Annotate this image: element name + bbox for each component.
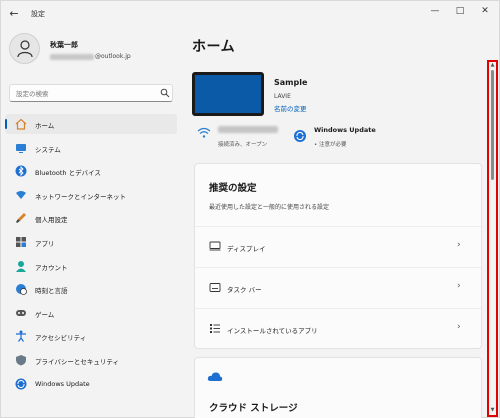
- recommended-row-taskbar[interactable]: タスク バー ›: [195, 267, 481, 308]
- shield-icon: [16, 354, 26, 366]
- wifi-icon: [197, 127, 211, 138]
- home-icon: [15, 118, 27, 130]
- search-input[interactable]: [16, 88, 156, 99]
- recommended-settings-card: 推奨の設定 最近使用した設定と一般的に使用される設定 ディスプレイ › タスク …: [194, 163, 482, 349]
- update-icon: [294, 130, 306, 142]
- sidebar-item-label: アプリ: [35, 239, 55, 248]
- sidebar-item-label: Windows Update: [35, 379, 90, 388]
- sidebar-nav: ホーム システム Bluetooth とデバイス ネットワークとインターネット …: [5, 114, 177, 397]
- display-icon: [209, 241, 221, 251]
- network-icon: [16, 190, 26, 199]
- sidebar-item-home[interactable]: ホーム: [5, 114, 177, 134]
- windows-update-title[interactable]: Windows Update: [314, 126, 376, 134]
- app-title: 設定: [31, 10, 45, 18]
- sidebar-item-time-language[interactable]: 時刻と言語: [5, 279, 177, 299]
- page-title: ホーム: [192, 39, 236, 55]
- chevron-right-icon: ›: [457, 322, 461, 332]
- bluetooth-icon: [15, 165, 27, 177]
- sidebar-item-accounts[interactable]: アカウント: [5, 256, 177, 276]
- device-model: LAVIE: [274, 93, 291, 100]
- sidebar-item-label: 時刻と言語: [35, 287, 68, 296]
- device-image: [192, 72, 264, 116]
- device-name: Sample: [274, 78, 308, 87]
- sidebar-item-label: ホーム: [35, 122, 55, 130]
- settings-window: ← 設定 — □ ✕ 秋葉一郎 @outlook.jp ホーム システム: [0, 0, 500, 418]
- active-indicator: [5, 119, 7, 129]
- sidebar-item-privacy[interactable]: プライバシーとセキュリティ: [5, 350, 177, 370]
- search-box[interactable]: [9, 84, 173, 102]
- sidebar-item-personalization[interactable]: 個人用設定: [5, 208, 177, 228]
- minimize-button[interactable]: —: [425, 4, 445, 18]
- apps-icon: [16, 236, 26, 247]
- maximize-button[interactable]: □: [450, 4, 470, 18]
- brush-icon: [16, 213, 26, 224]
- sidebar-item-label: Bluetooth とデバイス: [35, 169, 101, 178]
- user-avatar-icon[interactable]: [9, 33, 40, 64]
- wifi-network-name[interactable]: [218, 126, 278, 133]
- close-button[interactable]: ✕: [475, 4, 495, 18]
- recommended-title: 推奨の設定: [209, 183, 257, 194]
- sidebar-item-label: ゲーム: [35, 310, 55, 319]
- installed-apps-icon: [210, 324, 220, 333]
- sidebar-item-windows-update[interactable]: Windows Update: [5, 374, 177, 394]
- chevron-right-icon: ›: [457, 240, 461, 250]
- sidebar-item-network[interactable]: ネットワークとインターネット: [5, 185, 177, 205]
- sidebar-item-accessibility[interactable]: アクセシビリティ: [5, 326, 177, 346]
- sidebar-item-apps[interactable]: アプリ: [5, 232, 177, 252]
- taskbar-icon: [209, 283, 221, 292]
- sidebar-item-label: システム: [35, 145, 61, 154]
- scroll-up-arrow-icon[interactable]: ▲: [490, 63, 495, 68]
- accessibility-icon: [16, 330, 26, 343]
- scrollbar-thumb[interactable]: [491, 70, 494, 180]
- recommended-row-label: ディスプレイ: [227, 245, 266, 253]
- cloud-storage-title: クラウド ストレージ: [209, 403, 298, 414]
- chevron-right-icon: ›: [457, 281, 461, 291]
- back-arrow-icon[interactable]: ←: [7, 7, 21, 21]
- recommended-row-installed-apps[interactable]: インストールされているアプリ ›: [195, 308, 481, 349]
- recommended-row-label: タスク バー: [227, 286, 262, 294]
- onedrive-cloud-icon: [207, 372, 223, 381]
- monitor-icon: [16, 143, 26, 153]
- gamepad-icon: [16, 309, 26, 316]
- sidebar-item-label: ネットワークとインターネット: [35, 192, 126, 201]
- recommended-subtitle: 最近使用した設定と一般的に使用される設定: [209, 204, 330, 211]
- sidebar-item-label: 個人用設定: [35, 216, 68, 225]
- sidebar-item-label: アカウント: [35, 263, 68, 272]
- account-icon: [16, 260, 26, 272]
- sidebar-item-label: プライバシーとセキュリティ: [35, 357, 119, 366]
- sidebar-item-label: アクセシビリティ: [35, 334, 87, 343]
- sidebar-item-bluetooth[interactable]: Bluetooth とデバイス: [5, 161, 177, 181]
- title-bar: ← 設定 — □ ✕: [1, 1, 500, 27]
- profile-email: @outlook.jp: [50, 53, 131, 60]
- profile-name: 秋葉一郎: [50, 41, 78, 49]
- update-icon: [15, 378, 27, 390]
- recommended-row-label: インストールされているアプリ: [227, 327, 318, 335]
- recommended-row-display[interactable]: ディスプレイ ›: [195, 226, 481, 267]
- search-icon[interactable]: [160, 88, 170, 100]
- globe-clock-icon: [16, 284, 27, 296]
- scroll-down-arrow-icon[interactable]: ▼: [490, 408, 495, 413]
- wifi-status: 接続済み、オープン: [218, 142, 268, 148]
- cloud-storage-card: クラウド ストレージ: [194, 357, 482, 418]
- windows-update-status: • 注意が必要: [314, 142, 347, 148]
- sidebar-item-system[interactable]: システム: [5, 138, 177, 158]
- sidebar-item-gaming[interactable]: ゲーム: [5, 303, 177, 323]
- rename-link[interactable]: 名前の変更: [274, 103, 307, 113]
